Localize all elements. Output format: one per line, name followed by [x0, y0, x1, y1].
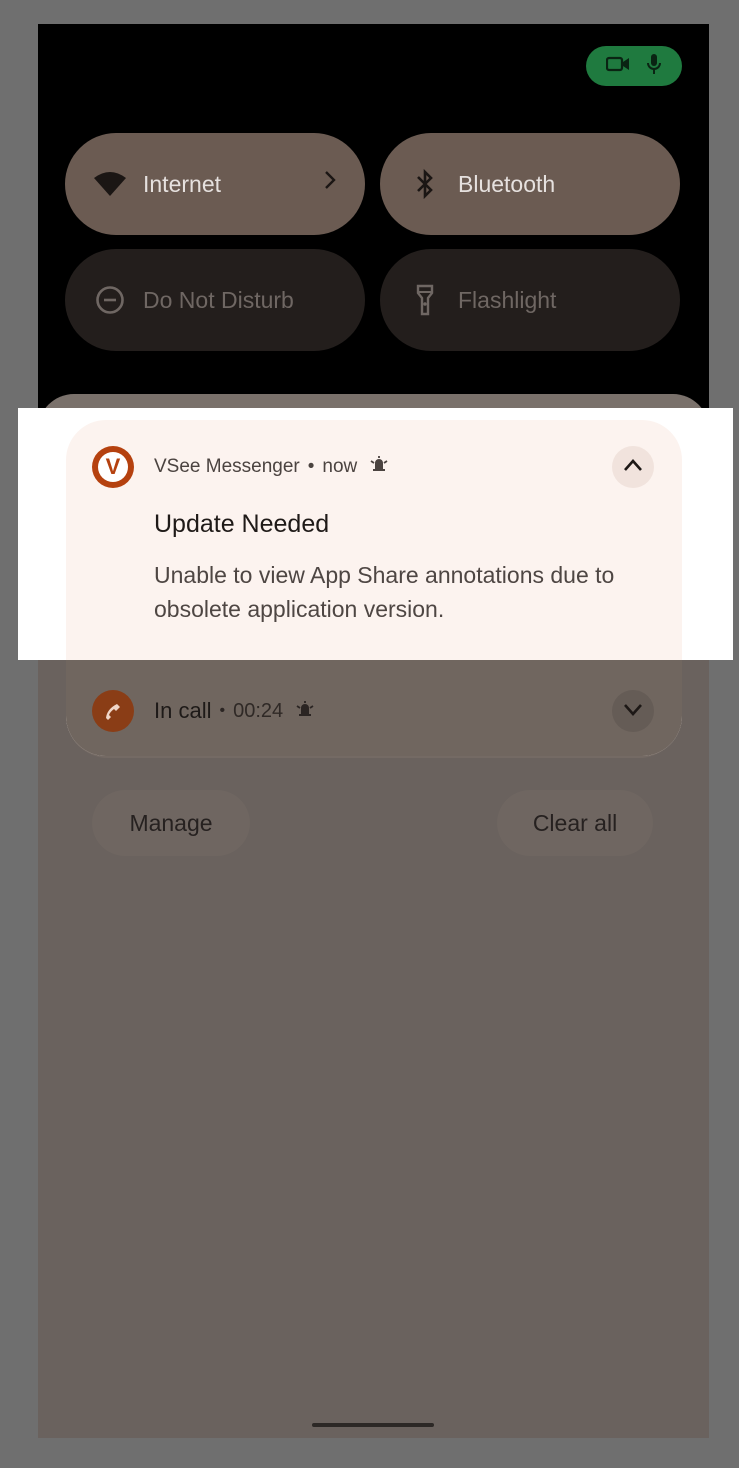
bluetooth-icon — [408, 167, 442, 201]
wifi-icon — [93, 167, 127, 201]
microphone-icon — [646, 53, 662, 80]
dnd-icon — [93, 283, 127, 317]
phone-call-icon — [92, 690, 134, 732]
chevron-up-icon — [623, 458, 643, 477]
manage-button[interactable]: Manage — [92, 790, 250, 856]
clear-all-button[interactable]: Clear all — [497, 790, 653, 856]
notification-header: VSee Messenger • now — [154, 455, 389, 479]
tile-label: Flashlight — [458, 286, 557, 313]
navigation-handle[interactable] — [312, 1423, 434, 1427]
app-name: VSee Messenger — [154, 456, 300, 477]
tile-label: Do Not Disturb — [143, 286, 294, 313]
camera-icon — [605, 55, 630, 78]
tile-label: Bluetooth — [458, 170, 556, 197]
alert-bell-icon — [295, 698, 315, 724]
vsee-logo-letter: V — [98, 452, 128, 482]
chevron-down-icon — [623, 702, 643, 721]
separator: • — [307, 456, 315, 477]
tile-label: Internet — [143, 170, 221, 197]
notification-time: now — [322, 456, 358, 477]
tile-internet[interactable]: Internet — [65, 133, 365, 235]
separator: • — [219, 702, 226, 719]
vsee-app-icon: V — [92, 446, 134, 488]
collapse-button[interactable] — [612, 446, 654, 488]
tile-do-not-disturb[interactable]: Do Not Disturb — [65, 249, 365, 351]
chevron-right-icon — [323, 169, 337, 196]
notification-title: Update Needed — [154, 510, 330, 538]
privacy-indicator[interactable] — [586, 46, 682, 86]
call-duration: 00:24 — [233, 699, 284, 722]
notification-body: Unable to view App Share annotations due… — [154, 562, 615, 622]
call-label: In call — [154, 698, 212, 723]
alert-bell-icon — [369, 455, 389, 479]
call-header: In call • 00:24 — [154, 698, 315, 724]
tile-bluetooth[interactable]: Bluetooth — [380, 133, 680, 235]
flashlight-icon — [408, 283, 442, 317]
expand-button[interactable] — [612, 690, 654, 732]
tile-flashlight[interactable]: Flashlight — [380, 249, 680, 351]
